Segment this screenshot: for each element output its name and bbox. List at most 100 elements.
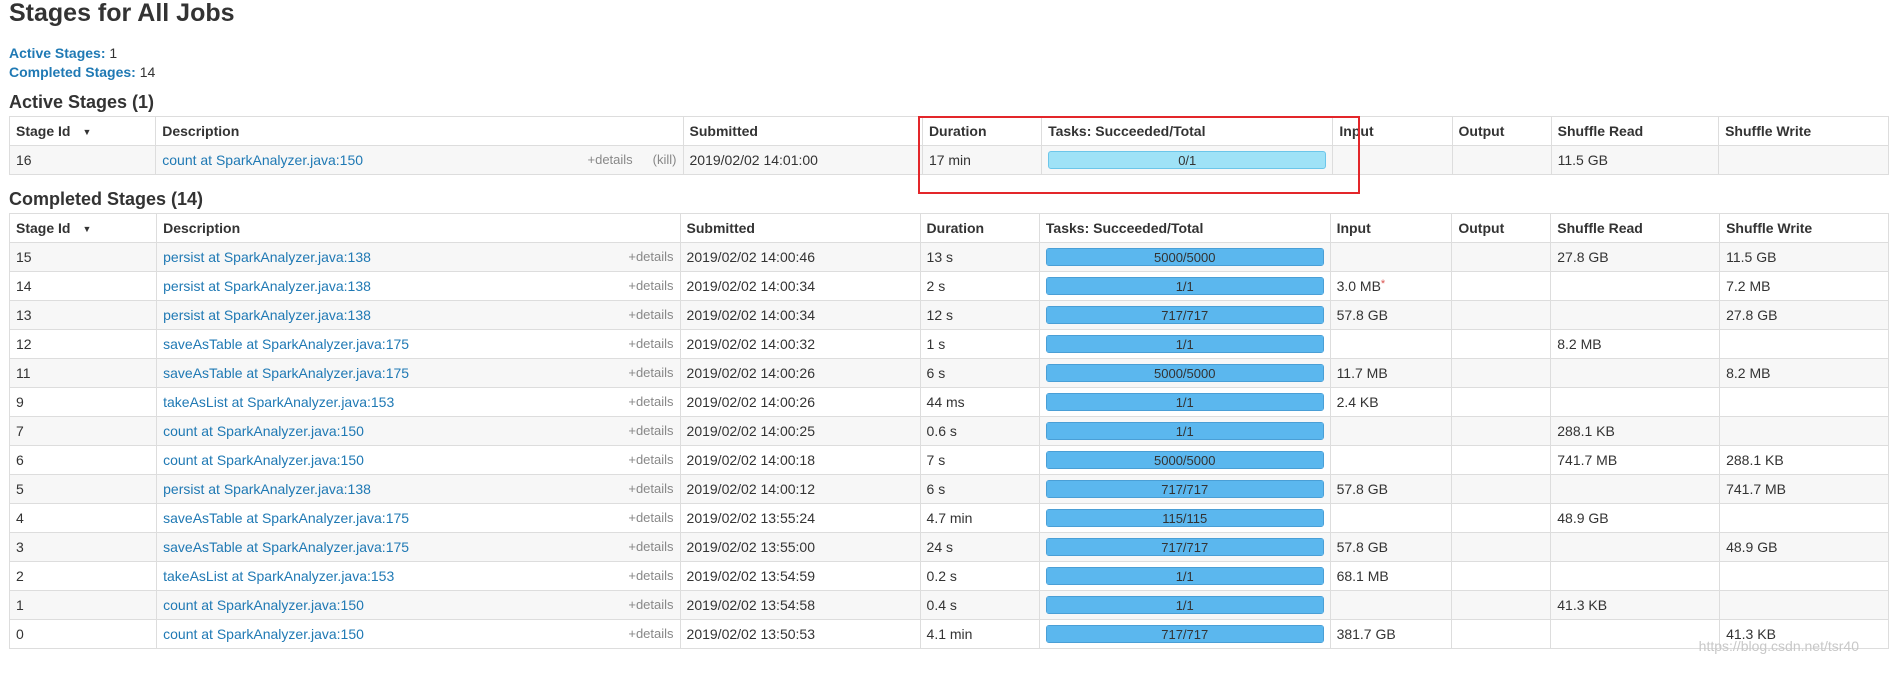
stage-description-link[interactable]: takeAsList at SparkAnalyzer.java:153	[163, 394, 394, 410]
details-toggle[interactable]: +details	[628, 452, 673, 467]
tasks-cell: 1/1	[1038, 416, 1331, 446]
description-cell: saveAsTable at SparkAnalyzer.java:175 +de…	[156, 532, 681, 562]
header-output[interactable]: Output	[1451, 213, 1552, 243]
header-tasks[interactable]: Tasks: Succeeded/Total	[1041, 116, 1334, 146]
output-cell	[1451, 300, 1552, 330]
details-toggle[interactable]: +details	[628, 626, 673, 641]
details-toggle[interactable]: +details	[628, 278, 673, 293]
sort-desc-icon[interactable]: ▼	[82, 127, 91, 137]
duration-cell: 1 s	[919, 329, 1040, 359]
header-shuffle-write[interactable]: Shuffle Write	[1718, 116, 1889, 146]
task-progress-bar: 717/717	[1045, 306, 1324, 324]
header-submitted[interactable]: Submitted	[682, 116, 923, 146]
stage-description-link[interactable]: persist at SparkAnalyzer.java:138	[163, 307, 371, 323]
task-progress-bar: 1/1	[1045, 567, 1324, 585]
header-description[interactable]: Description	[156, 213, 681, 243]
task-progress-label: 1/1	[1175, 424, 1194, 439]
input-cell	[1329, 242, 1453, 272]
header-submitted[interactable]: Submitted	[679, 213, 921, 243]
stage-id-cell: 14	[8, 271, 158, 301]
details-toggle[interactable]: +details	[628, 539, 673, 554]
header-description[interactable]: Description	[155, 116, 684, 146]
output-cell	[1451, 387, 1552, 417]
stage-description-link[interactable]: saveAsTable at SparkAnalyzer.java:175	[163, 510, 409, 526]
table-row: 9 takeAsList at SparkAnalyzer.java:153 +de…	[8, 387, 1889, 417]
stage-summary: Active Stages: 1 Completed Stages: 14	[9, 44, 1889, 82]
header-output[interactable]: Output	[1451, 116, 1552, 146]
active-stages-link[interactable]: Active Stages:	[9, 45, 105, 61]
submitted-cell: 2019/02/02 13:50:53	[679, 619, 921, 649]
tasks-cell: 1/1	[1038, 561, 1331, 591]
input-cell: 3.0 MB*	[1329, 271, 1453, 301]
tasks-cell: 717/717	[1038, 532, 1331, 562]
header-input[interactable]: Input	[1332, 116, 1453, 146]
stage-description-link[interactable]: saveAsTable at SparkAnalyzer.java:175	[163, 539, 409, 555]
stage-description-link[interactable]: takeAsList at SparkAnalyzer.java:153	[163, 568, 394, 584]
page-title: Stages for All Jobs	[9, 0, 235, 27]
header-duration[interactable]: Duration	[919, 213, 1040, 243]
output-cell	[1451, 532, 1552, 562]
stage-description-link[interactable]: count at SparkAnalyzer.java:150	[163, 597, 364, 613]
stage-description-link[interactable]: count at SparkAnalyzer.java:150	[163, 626, 364, 642]
header-input[interactable]: Input	[1329, 213, 1453, 243]
header-stage-id[interactable]: Stage Id ▼	[8, 116, 157, 146]
input-cell: 381.7 GB	[1329, 619, 1453, 649]
stage-id-cell: 0	[8, 619, 158, 649]
header-shuffle-write[interactable]: Shuffle Write	[1719, 213, 1889, 243]
stage-id-cell: 1	[8, 590, 158, 620]
task-progress-label: 717/717	[1161, 308, 1209, 323]
input-cell: 11.7 MB	[1329, 358, 1453, 388]
submitted-cell: 2019/02/02 13:54:58	[679, 590, 921, 620]
stage-id-cell: 9	[8, 387, 158, 417]
details-toggle[interactable]: +details	[628, 481, 673, 496]
completed-stages-link[interactable]: Completed Stages:	[9, 64, 136, 80]
header-description-label: Description	[162, 123, 240, 139]
details-toggle[interactable]: +details	[628, 597, 673, 612]
details-toggle[interactable]: +details	[628, 365, 673, 380]
details-toggle[interactable]: +details	[628, 307, 673, 322]
input-cell	[1329, 329, 1453, 359]
header-shuffle-read[interactable]: Shuffle Read	[1550, 213, 1721, 243]
details-toggle[interactable]: +details	[588, 152, 633, 167]
stage-description-link[interactable]: persist at SparkAnalyzer.java:138	[163, 278, 371, 294]
details-toggle[interactable]: +details	[628, 336, 673, 351]
table-row: 7 count at SparkAnalyzer.java:150 +details…	[8, 416, 1889, 446]
kill-link[interactable]: (kill)	[653, 152, 677, 167]
tasks-cell: 5000/5000	[1038, 358, 1331, 388]
stage-description-link[interactable]: persist at SparkAnalyzer.java:138	[163, 481, 371, 497]
header-duration[interactable]: Duration	[921, 116, 1043, 146]
sort-desc-icon[interactable]: ▼	[82, 224, 91, 234]
stage-description-link[interactable]: count at SparkAnalyzer.java:150	[163, 423, 364, 439]
header-tasks[interactable]: Tasks: Succeeded/Total	[1038, 213, 1331, 243]
table-row: 6 count at SparkAnalyzer.java:150 +details…	[8, 445, 1889, 475]
stage-description-link[interactable]: persist at SparkAnalyzer.java:138	[163, 249, 371, 265]
table-row: 11 saveAsTable at SparkAnalyzer.java:175 +…	[8, 358, 1889, 388]
details-toggle[interactable]: +details	[628, 249, 673, 264]
details-toggle[interactable]: +details	[628, 510, 673, 525]
header-stage-id[interactable]: Stage Id ▼	[8, 213, 158, 243]
header-description-label: Description	[163, 220, 241, 236]
details-toggle[interactable]: +details	[628, 423, 673, 438]
shuffle-read-cell: 27.8 GB	[1550, 242, 1721, 272]
stage-description-link[interactable]: count at SparkAnalyzer.java:150	[162, 152, 363, 168]
details-toggle[interactable]: +details	[628, 394, 673, 409]
stage-id-cell: 5	[8, 474, 158, 504]
header-shuffle-read[interactable]: Shuffle Read	[1550, 116, 1720, 146]
input-value: 57.8 GB	[1336, 307, 1388, 323]
input-cell	[1329, 503, 1453, 533]
task-progress-bar: 5000/5000	[1045, 364, 1324, 382]
stage-description-link[interactable]: count at SparkAnalyzer.java:150	[163, 452, 364, 468]
completed-stages-heading: Completed Stages (14)	[9, 189, 204, 209]
submitted-cell: 2019/02/02 14:00:32	[679, 329, 921, 359]
stage-id-cell: 3	[8, 532, 158, 562]
shuffle-write-cell	[1719, 590, 1889, 620]
shuffle-read-cell: 11.5 GB	[1550, 145, 1720, 175]
submitted-cell: 2019/02/02 14:00:34	[679, 300, 921, 330]
stage-description-link[interactable]: saveAsTable at SparkAnalyzer.java:175	[163, 336, 409, 352]
table-row: 0 count at SparkAnalyzer.java:150 +details…	[8, 619, 1889, 649]
shuffle-write-cell: 11.5 GB	[1719, 242, 1889, 272]
shuffle-write-cell	[1719, 416, 1889, 446]
stage-description-link[interactable]: saveAsTable at SparkAnalyzer.java:175	[163, 365, 409, 381]
details-toggle[interactable]: +details	[628, 568, 673, 583]
output-cell	[1451, 145, 1552, 175]
